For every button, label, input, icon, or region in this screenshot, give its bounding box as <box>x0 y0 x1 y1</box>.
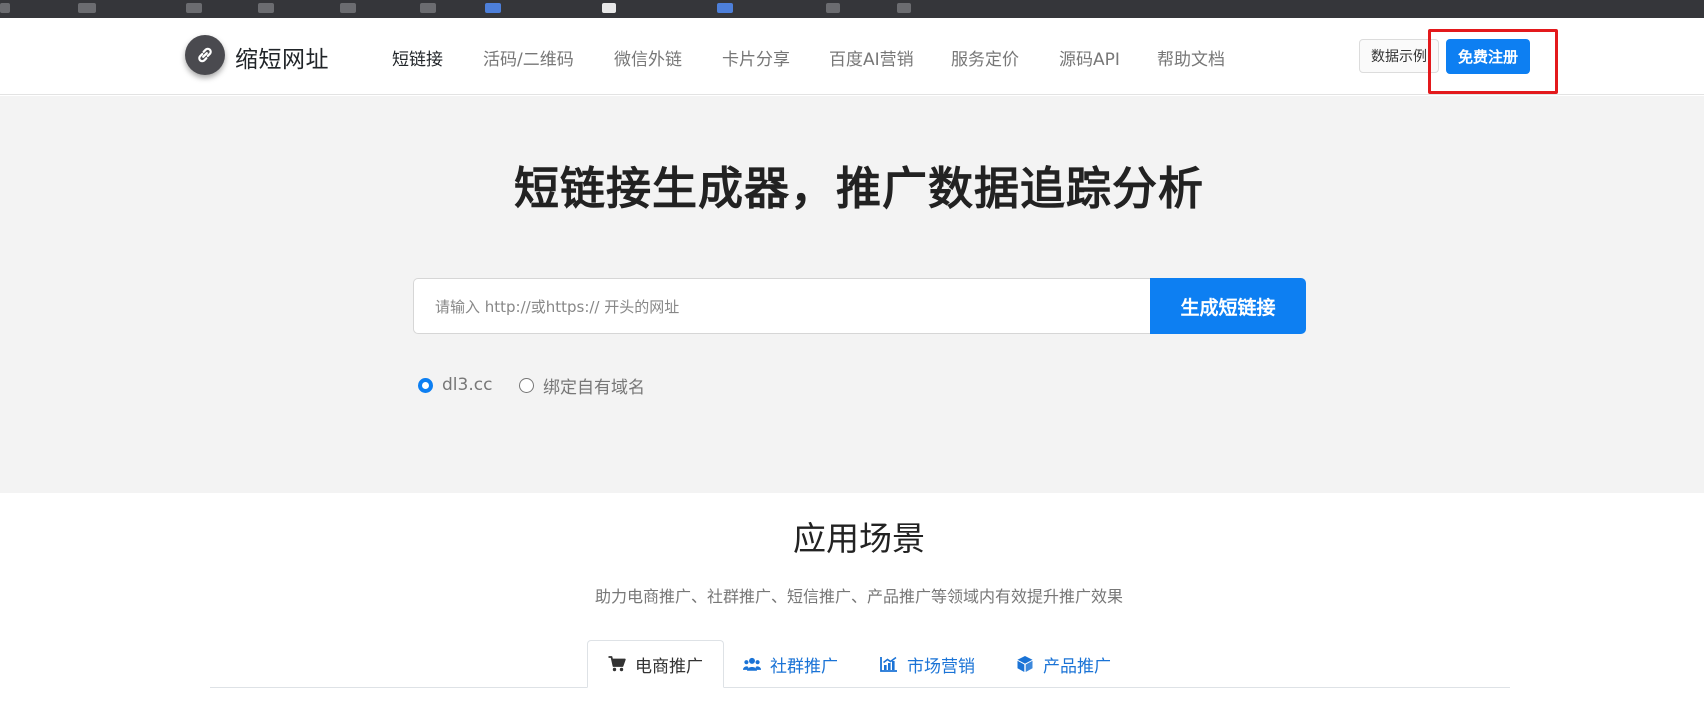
bookmark-icon[interactable] <box>897 3 911 13</box>
domain-option-dl3[interactable]: dl3.cc <box>418 373 492 397</box>
users-icon <box>743 655 761 673</box>
nav-link-pricing[interactable]: 服务定价 <box>951 45 1019 70</box>
nav-link-docs[interactable]: 帮助文档 <box>1157 45 1225 70</box>
tab-label: 电商推广 <box>635 656 703 677</box>
generate-short-link-button[interactable]: 生成短链接 <box>1150 278 1306 334</box>
bookmark-icon[interactable] <box>78 3 96 13</box>
bookmark-icon[interactable] <box>258 3 274 13</box>
nav-link-card-share[interactable]: 卡片分享 <box>722 45 790 70</box>
nav-link-source-api[interactable]: 源码API <box>1059 45 1120 70</box>
hero-title: 短链接生成器，推广数据追踪分析 <box>513 162 1204 215</box>
bookmark-icon[interactable] <box>186 3 202 13</box>
free-register-button[interactable]: 免费注册 <box>1446 39 1530 74</box>
tab-label: 产品推广 <box>1043 656 1111 677</box>
bookmark-icon[interactable] <box>340 3 356 13</box>
tab-product[interactable]: 产品推广 <box>996 640 1131 688</box>
tab-label: 社群推广 <box>770 656 838 677</box>
bookmark-icon[interactable] <box>0 3 10 13</box>
url-input[interactable]: 请输入 http://或https:// 开头的网址 <box>413 278 1150 334</box>
tab-community[interactable]: 社群推广 <box>723 640 858 688</box>
scenarios-subtitle: 助力电商推广、社群推广、短信推广、产品推广等领域内有效提升推广效果 <box>594 587 1123 606</box>
bookmark-icon[interactable] <box>485 3 501 13</box>
radio-checked-icon[interactable] <box>418 377 433 393</box>
cart-icon <box>608 655 626 673</box>
tab-ecommerce[interactable]: 电商推广 <box>587 640 724 688</box>
bookmark-icon[interactable] <box>420 3 436 13</box>
nav-link-short-link[interactable]: 短链接 <box>392 45 443 70</box>
chain-link-icon <box>198 47 212 63</box>
brand-name[interactable]: 缩短网址 <box>235 40 329 74</box>
bookmark-icon[interactable] <box>826 3 840 13</box>
nav-link-wechat-link[interactable]: 微信外链 <box>614 45 682 70</box>
bookmark-icon[interactable] <box>602 3 616 13</box>
data-demo-button[interactable]: 数据示例 <box>1359 39 1439 73</box>
radio-unchecked-icon[interactable] <box>519 377 534 393</box>
tab-label: 市场营销 <box>907 656 975 677</box>
link-logo-icon[interactable] <box>185 35 225 75</box>
nav-link-live-qrcode[interactable]: 活码/二维码 <box>483 45 574 70</box>
domain-option-custom[interactable]: 绑定自有域名 <box>519 373 645 398</box>
hero-section: 短链接生成器，推广数据追踪分析 请输入 http://或https:// 开头的… <box>0 96 1704 493</box>
cube-icon <box>1016 655 1034 673</box>
top-navbar: 缩短网址 短链接 活码/二维码 微信外链 卡片分享 百度AI营销 服务定价 源码… <box>0 18 1704 95</box>
chart-icon <box>880 655 898 673</box>
nav-link-baidu-ai[interactable]: 百度AI营销 <box>829 45 914 70</box>
domain-option-label: dl3.cc <box>442 375 493 395</box>
tab-marketing[interactable]: 市场营销 <box>860 640 995 688</box>
scenarios-title: 应用场景 <box>793 519 925 558</box>
bookmark-icon[interactable] <box>717 3 733 13</box>
domain-option-label: 绑定自有域名 <box>543 377 645 398</box>
browser-bookmarks-bar <box>0 0 1704 18</box>
